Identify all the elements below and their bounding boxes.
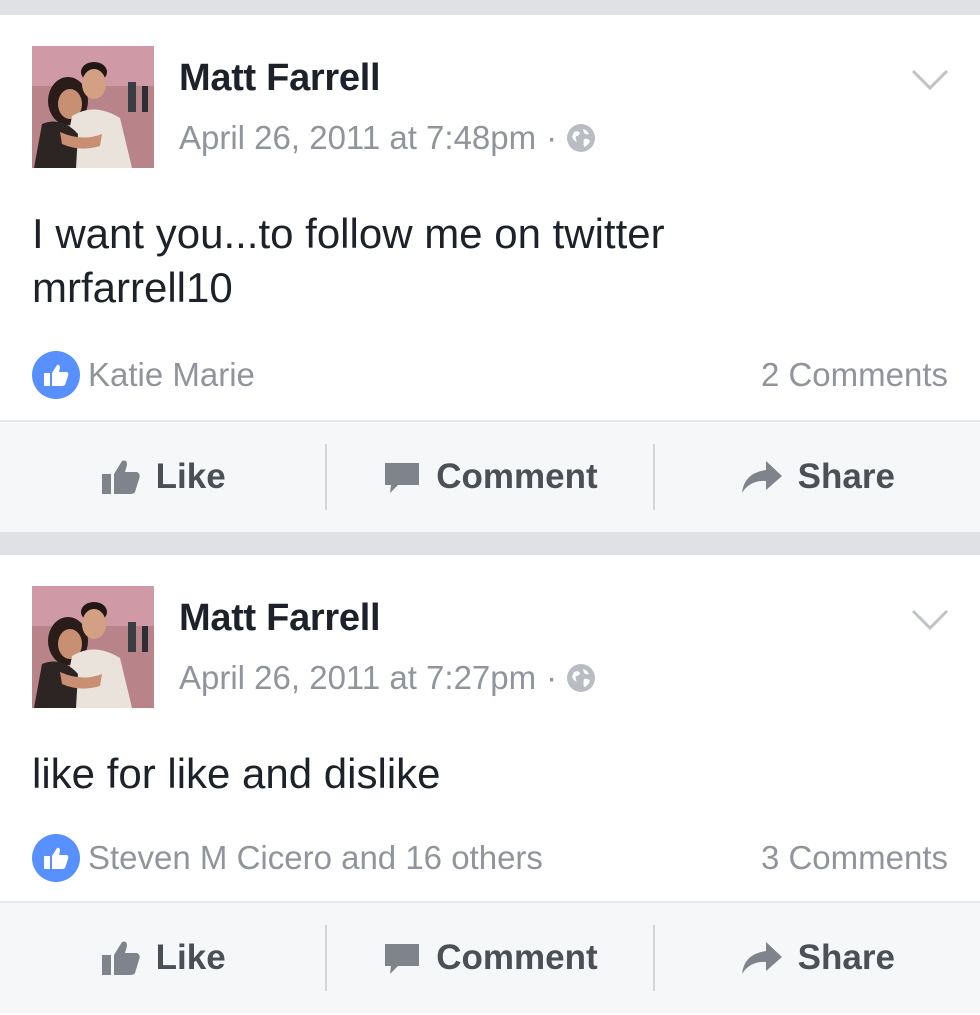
- like-label: Like: [155, 938, 226, 977]
- post-author[interactable]: Matt Farrell: [179, 57, 381, 100]
- comment-label: Comment: [436, 457, 598, 496]
- like-badge-icon: [32, 351, 80, 399]
- thumbs-up-icon: [100, 937, 142, 979]
- share-label: Share: [797, 457, 895, 496]
- likes-summary[interactable]: Steven M Cicero and 16 others: [32, 834, 543, 882]
- globe-icon: [567, 124, 596, 152]
- comments-count[interactable]: 2 Comments: [761, 356, 948, 394]
- likes-summary[interactable]: Katie Marie: [32, 351, 255, 399]
- meta-separator: ·: [546, 659, 558, 696]
- post-text-line: I want you...to follow me on twitter: [32, 210, 665, 257]
- post-actions: Like Comment Share: [0, 420, 980, 532]
- post-text: like for like and dislike: [32, 747, 952, 801]
- share-arrow-icon: [740, 458, 784, 496]
- globe-icon: [567, 664, 596, 692]
- comment-bubble-icon: [382, 938, 422, 978]
- share-label: Share: [797, 938, 895, 977]
- post-meta: April 26, 2011 at 7:48pm ·: [179, 119, 596, 157]
- news-feed: Matt Farrell April 26, 2011 at 7:48pm · …: [0, 0, 980, 1015]
- comment-bubble-icon: [382, 457, 422, 497]
- chevron-down-icon[interactable]: [910, 67, 950, 93]
- avatar[interactable]: [32, 46, 154, 168]
- comment-button[interactable]: Comment: [327, 903, 652, 1013]
- comment-button[interactable]: Comment: [327, 422, 652, 532]
- feed-post: Matt Farrell April 26, 2011 at 7:27pm · …: [0, 555, 980, 1015]
- share-arrow-icon: [740, 939, 784, 977]
- like-button[interactable]: Like: [0, 903, 325, 1013]
- thumbs-up-icon: [100, 456, 142, 498]
- post-author[interactable]: Matt Farrell: [179, 597, 381, 640]
- likes-text: Katie Marie: [88, 356, 255, 393]
- post-text-line: mrfarrell10: [32, 264, 233, 311]
- comments-count[interactable]: 3 Comments: [761, 839, 948, 877]
- avatar[interactable]: [32, 586, 154, 708]
- post-actions: Like Comment Share: [0, 901, 980, 1013]
- comment-label: Comment: [436, 938, 598, 977]
- likes-text: Steven M Cicero and 16 others: [88, 839, 543, 876]
- share-button[interactable]: Share: [655, 903, 980, 1013]
- post-meta: April 26, 2011 at 7:27pm ·: [179, 659, 596, 697]
- post-timestamp[interactable]: April 26, 2011 at 7:27pm: [179, 659, 536, 697]
- feed-post: Matt Farrell April 26, 2011 at 7:48pm · …: [0, 15, 980, 532]
- post-stats: Katie Marie 2 Comments: [32, 351, 948, 399]
- post-stats: Steven M Cicero and 16 others 3 Comments: [32, 834, 948, 882]
- meta-separator: ·: [546, 119, 558, 156]
- post-text: I want you...to follow me on twitter mrf…: [32, 207, 952, 315]
- like-badge-icon: [32, 834, 80, 882]
- like-label: Like: [155, 457, 226, 496]
- post-timestamp[interactable]: April 26, 2011 at 7:48pm: [179, 119, 536, 157]
- like-button[interactable]: Like: [0, 422, 325, 532]
- share-button[interactable]: Share: [655, 422, 980, 532]
- chevron-down-icon[interactable]: [910, 607, 950, 633]
- post-text-line: like for like and dislike: [32, 750, 441, 797]
